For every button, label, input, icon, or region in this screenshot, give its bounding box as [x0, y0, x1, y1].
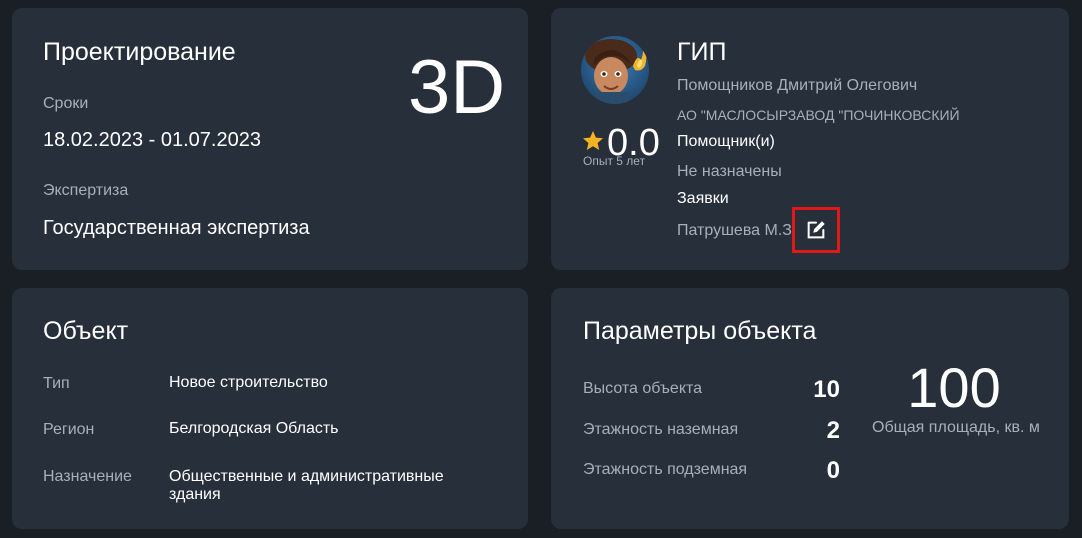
terms-label: Сроки [43, 95, 89, 112]
floors-below-value: 0 [826, 457, 840, 484]
expertise-value: Государственная экспертиза [43, 217, 310, 239]
params-title: Параметры объекта [583, 317, 817, 345]
floors-below-label: Этажность подземная [583, 461, 748, 478]
area-label: Общая площадь, кв. м [872, 419, 1040, 436]
assistants-label: Помощник(и) [677, 133, 775, 150]
object-purpose-label: Назначение [43, 468, 132, 485]
pencil-edit-icon [805, 219, 827, 241]
assistants-value: Не назначены [677, 163, 782, 180]
gip-card: 0.0 Опыт 5 лет ГИП Помощников Дмитрий Ол… [551, 8, 1069, 270]
requests-label: Заявки [677, 190, 729, 207]
requests-value[interactable]: Патрушева М.З. [677, 222, 796, 240]
design-title: Проектирование [43, 38, 236, 66]
experience: Опыт 5 лет [583, 154, 646, 168]
terms-value: 18.02.2023 - 01.07.2023 [43, 129, 261, 151]
area-value: 100 [907, 356, 1001, 419]
object-purpose-value: Общественные и административные здания [169, 468, 444, 503]
design-card: Проектирование 3D Сроки 18.02.2023 - 01.… [12, 8, 528, 270]
params-card: Параметры объекта Высота объекта 10 Этаж… [551, 288, 1069, 529]
height-value: 10 [813, 376, 840, 403]
object-region-value: Белгородская Область [169, 420, 339, 437]
gip-name[interactable]: Помощников Дмитрий Олегович [677, 77, 917, 95]
gip-title: ГИП [677, 38, 727, 66]
design-3d-badge: 3D [408, 45, 506, 130]
object-card: Объект Тип Новое строительство Регион Бе… [12, 288, 528, 529]
object-type-value: Новое строительство [169, 374, 328, 391]
object-title: Объект [43, 317, 129, 345]
object-type-label: Тип [43, 375, 70, 392]
height-label: Высота объекта [583, 380, 703, 397]
object-region-label: Регион [43, 421, 95, 438]
edit-button[interactable] [792, 207, 840, 253]
avatar [581, 36, 649, 104]
floors-above-value: 2 [826, 417, 840, 444]
gip-organization: АО "МАСЛОСЫРЗАВОД "ПОЧИНКОВСКИЙ [677, 107, 960, 123]
expertise-label: Экспертиза [43, 182, 129, 199]
floors-above-label: Этажность наземная [583, 421, 739, 438]
